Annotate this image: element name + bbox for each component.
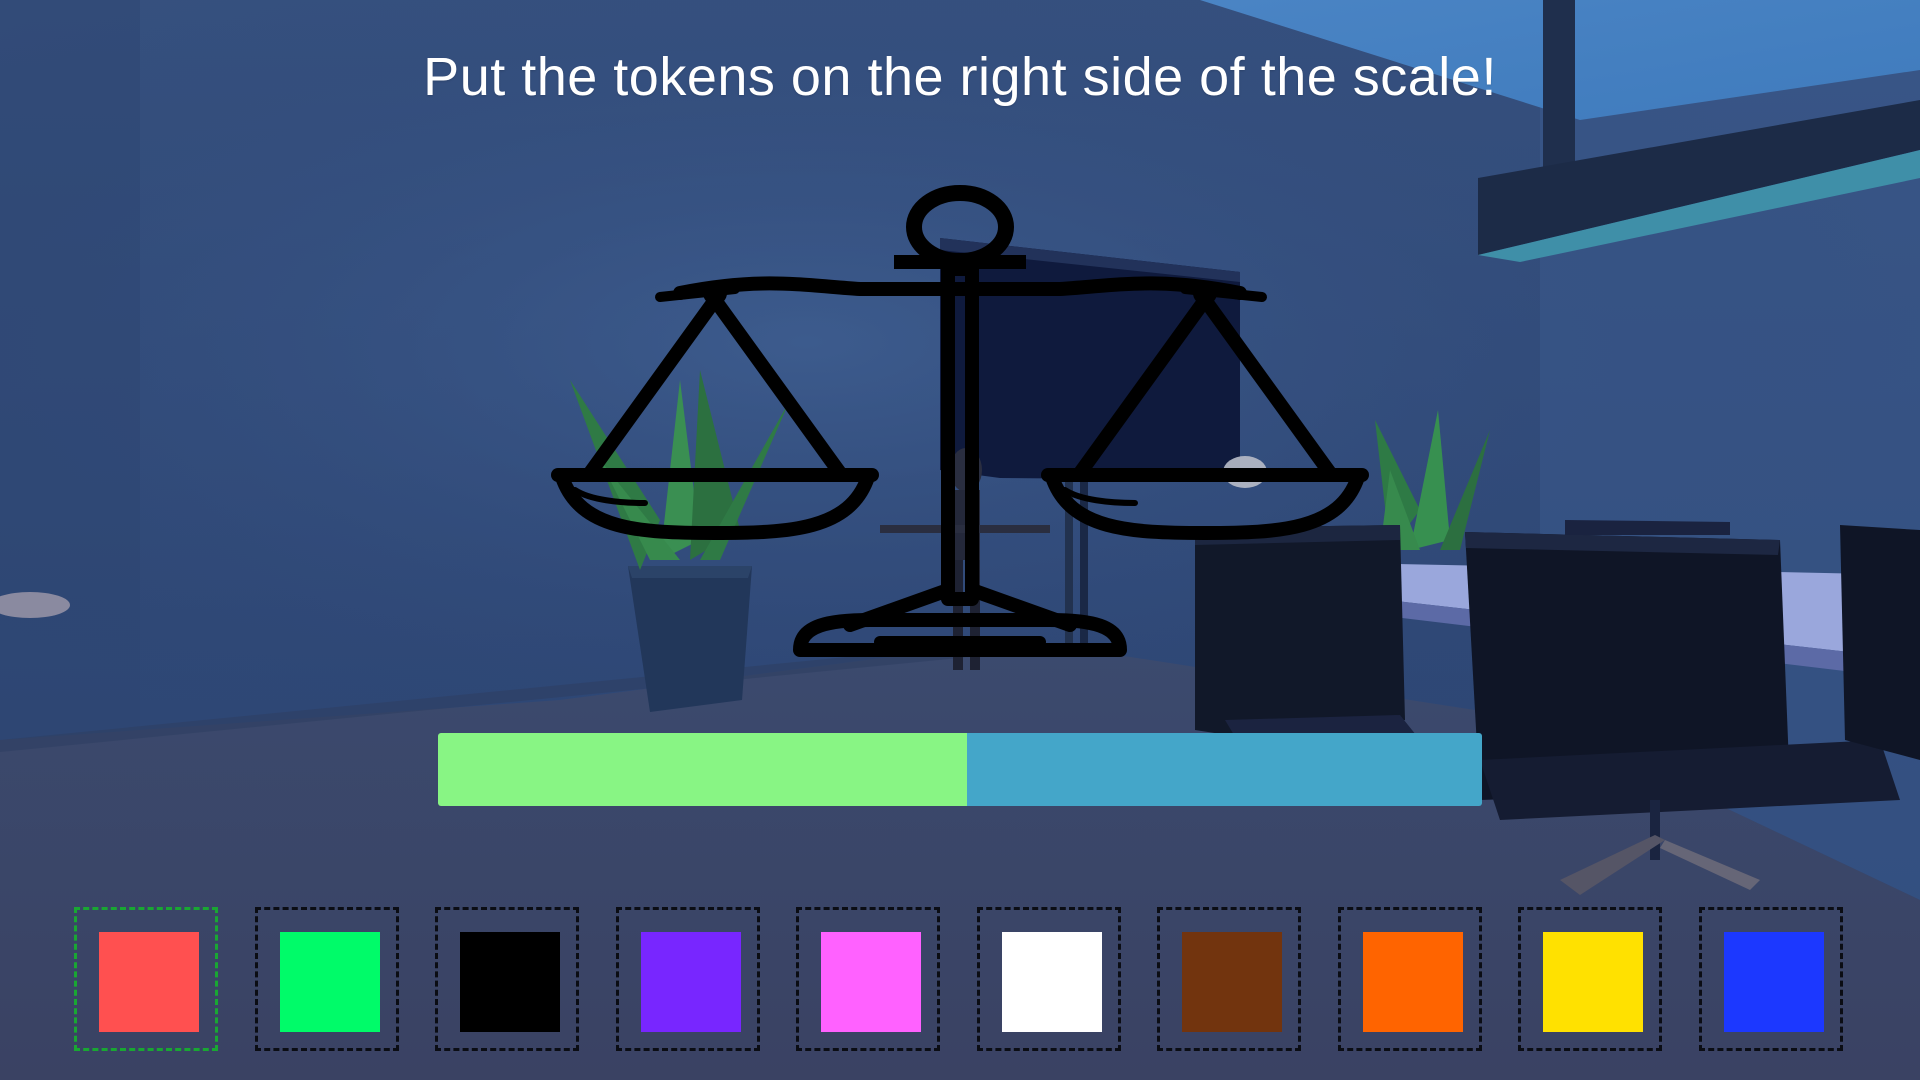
balance-meter-left-fill (438, 733, 967, 806)
scale-left-pan (551, 293, 879, 540)
token-slot-10[interactable] (1699, 907, 1843, 1051)
game-viewport: Put the tokens on the right side of the … (0, 0, 1920, 1080)
token-slot-4[interactable] (616, 907, 760, 1051)
balance-meter (438, 733, 1482, 806)
instruction-text: Put the tokens on the right side of the … (423, 47, 1497, 107)
token-slot-5[interactable] (796, 907, 940, 1051)
token-swatch[interactable] (1002, 932, 1102, 1032)
token-swatch[interactable] (1543, 932, 1643, 1032)
token-slot-1[interactable] (74, 907, 218, 1051)
token-slot-7[interactable] (1157, 907, 1301, 1051)
token-swatch[interactable] (1724, 932, 1824, 1032)
token-slot-2[interactable] (255, 907, 399, 1051)
scale-right-pan (1041, 293, 1369, 540)
balance-meter-right-fill (967, 733, 1482, 806)
token-swatch[interactable] (280, 932, 380, 1032)
token-swatch[interactable] (1182, 932, 1282, 1032)
token-slot-8[interactable] (1338, 907, 1482, 1051)
token-slot-3[interactable] (435, 907, 579, 1051)
token-swatch[interactable] (99, 932, 199, 1032)
scale-top-ring (906, 185, 1014, 269)
scale-pillar (941, 262, 979, 606)
balance-scale-icon (551, 185, 1369, 657)
token-swatch[interactable] (821, 932, 921, 1032)
token-tray (74, 907, 1846, 1057)
token-slot-6[interactable] (977, 907, 1121, 1051)
token-swatch[interactable] (641, 932, 741, 1032)
token-slot-9[interactable] (1518, 907, 1662, 1051)
token-swatch[interactable] (1363, 932, 1463, 1032)
token-swatch[interactable] (460, 932, 560, 1032)
